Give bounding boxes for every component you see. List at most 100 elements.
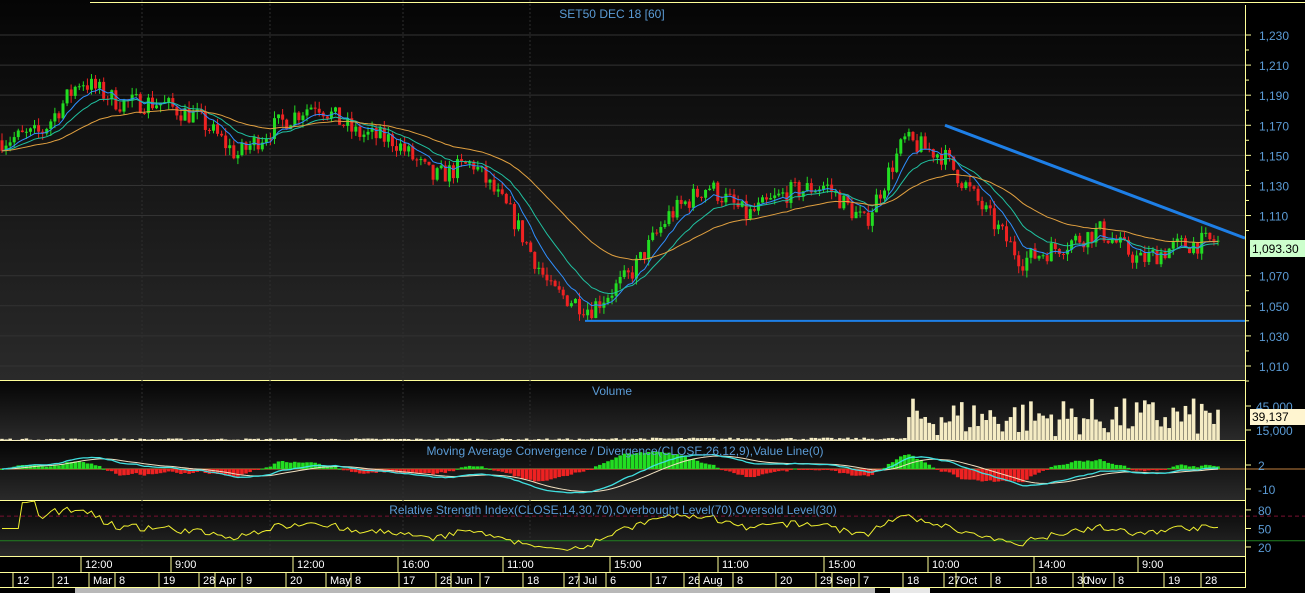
macd-histogram-bar [1142,469,1147,472]
volume-bar [520,439,525,441]
macd-histogram-bar [707,464,712,469]
volume-title: Volume [592,384,632,398]
macd-histogram-bar [927,464,932,469]
volume-bar [561,439,566,441]
macd-histogram-bar [85,463,90,469]
volume-bar [158,439,163,441]
volume-bar [1126,428,1131,441]
volume-bar [297,439,301,441]
volume-bar [219,438,224,441]
time-axis-bottom-label: 18 [907,575,919,587]
candle-body [988,205,992,209]
candle-body [1204,232,1208,234]
volume-bar [293,438,297,441]
candle-body [98,81,102,89]
macd-histogram-bar [419,469,423,474]
macd-histogram-bar [711,464,716,469]
volume-bar [947,421,952,441]
macd-histogram-bar [232,469,236,477]
volume-bar [223,439,228,441]
candle-body [146,97,150,114]
candle-body [765,197,769,200]
time-axis-bottom-label: May [330,575,351,587]
horizontal-scrollbar[interactable] [0,588,1305,593]
macd-histogram-bar [264,467,269,469]
candle-body [712,182,716,189]
macd-histogram-bar [695,460,700,469]
volume-bar [171,438,175,441]
volume-bar [581,439,586,441]
volume-bar [455,438,460,441]
macd-histogram-bar [736,469,740,475]
volume-bar [837,438,842,441]
volume-bar [398,438,403,441]
time-axis-bottom-label: 20 [290,575,302,587]
macd-histogram-bar [134,469,139,474]
macd-histogram-bar [589,469,594,470]
volume-bar [549,439,553,441]
volume-bar [57,439,61,441]
volume-bar [1081,418,1086,441]
candle-body [439,165,443,169]
macd-histogram-bar [118,469,122,476]
candle-body [220,133,224,136]
macd-histogram-bar [805,469,810,470]
candle-body [1021,266,1025,271]
candle-body [1017,255,1021,267]
candle-body [789,182,793,203]
macd-histogram-bar [703,463,708,469]
rsi-title: Relative Strength Index(CLOSE,14,30,70),… [389,503,837,517]
volume-bar [480,439,484,441]
candle-body [577,298,581,315]
rsi-tick-label: 50 [1258,522,1272,536]
candle-body [639,252,643,259]
volume-bar [471,439,476,441]
volume-bar [321,439,326,441]
candle-body [1078,235,1082,243]
candle-body [0,140,4,151]
volume-bar [524,438,529,441]
volume-bar [215,439,220,441]
candle-body [960,183,964,189]
candle-body [606,297,610,303]
candle-body [138,94,142,114]
macd-histogram-bar [931,467,936,469]
macd-histogram-bar [467,465,472,469]
volume-bar [341,439,346,441]
candle-body [992,208,996,230]
macd-histogram-bar [1012,469,1017,482]
candle-body [1147,252,1151,262]
time-axis-top-label: 9:00 [175,559,196,571]
candle-body [492,179,496,192]
time-axis-bottom-label: 27 [568,575,580,587]
price-panel [0,0,1245,380]
volume-bar [236,439,240,441]
volume-bar [927,422,932,441]
candle-body [415,159,419,161]
candle-body [20,130,24,133]
volume-bar [931,424,936,441]
candle-body [207,129,211,131]
volume-bar [813,437,818,441]
candle-body [541,267,545,275]
volume-bar [211,439,216,441]
candle-body [773,195,777,199]
volume-bar [500,438,505,441]
candle-body [1037,255,1041,259]
macd-histogram-bar [162,469,167,473]
price-tick-label: 1,010 [1259,360,1289,374]
candle-body [1106,240,1110,243]
macd-histogram-bar [1130,469,1135,471]
volume-bar [801,438,805,441]
macd-histogram-bar [366,469,370,474]
volume-bar [829,437,834,441]
candle-body [354,126,358,132]
volume-bar [1208,412,1212,441]
macd-histogram-bar [508,469,513,474]
volume-bar [817,438,822,441]
candle-body [342,124,346,126]
candle-body [1171,242,1175,249]
volume-bar [1049,414,1054,441]
macd-histogram-bar [1126,467,1131,469]
macd-histogram-bar [471,466,476,469]
